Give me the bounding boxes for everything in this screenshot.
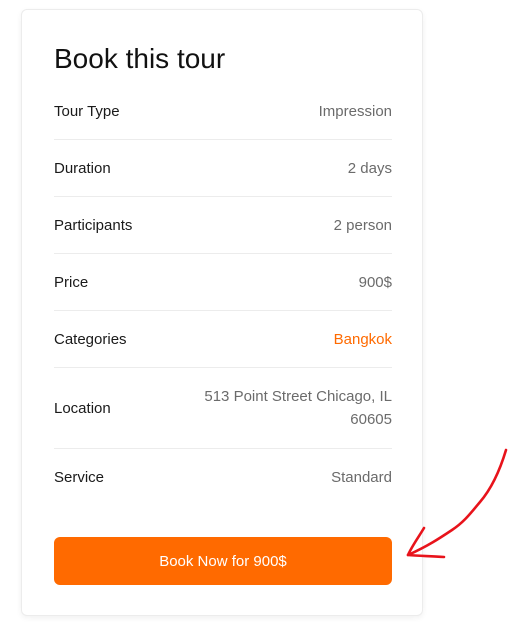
category-link[interactable]: Bangkok [334, 328, 392, 351]
booking-card: Book this tour Tour Type Impression Dura… [21, 9, 423, 616]
detail-label: Categories [54, 330, 127, 348]
detail-label: Tour Type [54, 102, 120, 120]
detail-label: Price [54, 273, 89, 291]
detail-row-location: Location 513 Point Street Chicago, IL 60… [54, 368, 392, 449]
detail-value: 2 person [333, 216, 392, 234]
detail-value: Impression [318, 102, 392, 120]
tour-details-list: Tour Type Impression Duration 2 days Par… [54, 83, 392, 506]
detail-label: Location [54, 399, 111, 417]
detail-value: 2 days [347, 159, 392, 177]
detail-row-categories: Categories Bangkok [54, 311, 392, 368]
detail-row-duration: Duration 2 days [54, 140, 392, 197]
book-now-button[interactable]: Book Now for 900$ [54, 537, 392, 585]
detail-label: Service [54, 469, 105, 486]
card-title: Book this tour [54, 43, 226, 74]
page: Book this tour Tour Type Impression Dura… [0, 0, 508, 642]
detail-label: Duration [54, 159, 111, 177]
detail-value: 513 Point Street Chicago, IL 60605 [204, 388, 392, 428]
detail-row-price: Price 900$ [54, 254, 392, 311]
detail-label: Participants [54, 216, 133, 234]
detail-row-tour-type: Tour Type Impression [54, 83, 392, 140]
detail-row-participants: Participants 2 person [54, 197, 392, 254]
detail-row-service: Service Standard [54, 449, 392, 506]
detail-value: 900$ [358, 273, 392, 291]
detail-value: Standard [331, 469, 392, 486]
